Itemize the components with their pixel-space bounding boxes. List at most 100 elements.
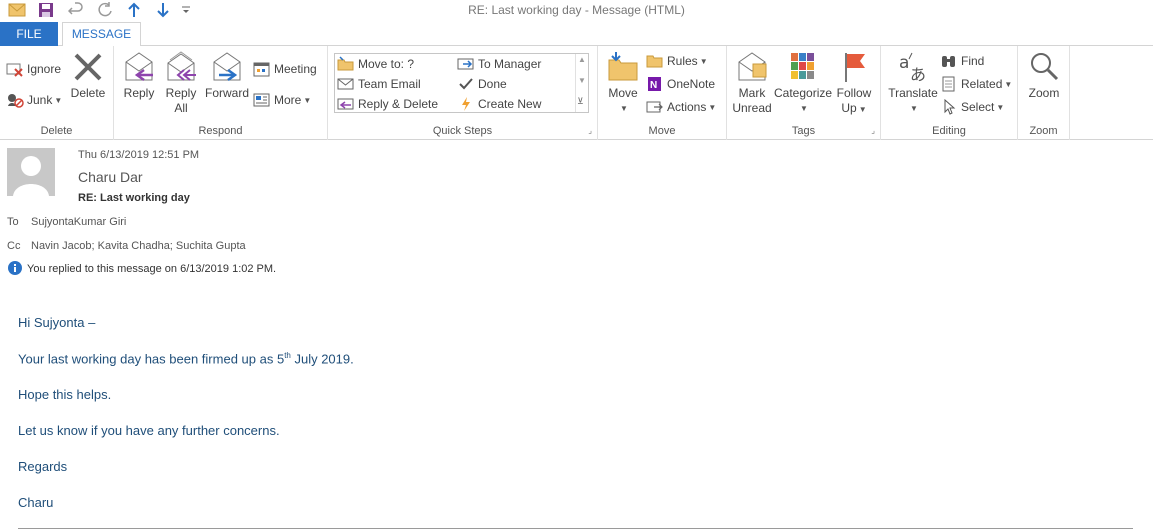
- scroll-up-icon[interactable]: ▲: [578, 55, 586, 64]
- mark-unread-button[interactable]: Mark Unread: [730, 50, 774, 116]
- svg-text:あ: あ: [910, 65, 926, 84]
- delete-group: Ignore Junk ▼ Delete Delete: [0, 46, 114, 140]
- translate-button[interactable]: aあ Translate ▼: [884, 50, 942, 116]
- delete-group-label: Delete: [40, 125, 73, 137]
- reply-button[interactable]: Reply: [119, 50, 159, 101]
- quick-step-create-new[interactable]: Create New: [457, 94, 541, 114]
- expand-gallery-icon[interactable]: ⊻: [577, 96, 584, 107]
- window-title: RE: Last working day - Message (HTML): [468, 3, 685, 17]
- message-date: Thu 6/13/2019 12:51 PM: [78, 149, 200, 161]
- info-icon: [8, 261, 22, 278]
- svg-text:N: N: [650, 80, 657, 91]
- quick-step-move-to[interactable]: Move to: ?: [337, 54, 414, 74]
- more-icon: [253, 92, 271, 108]
- done-label: Done: [478, 77, 507, 91]
- meeting-icon: [253, 61, 271, 77]
- chevron-down-icon: ▼: [800, 104, 808, 113]
- divider: [18, 528, 1133, 529]
- onenote-label: OneNote: [667, 77, 716, 91]
- move-group: Move ▼ Rules ▼ N OneNote Actions ▼ Move: [598, 46, 727, 140]
- quick-step-team-email[interactable]: Team Email: [337, 74, 421, 94]
- body-line-concerns: Let us know if you have any further conc…: [18, 423, 280, 438]
- delete-button[interactable]: Delete: [66, 50, 110, 101]
- reply-all-icon: [164, 50, 198, 84]
- move-button[interactable]: Move ▼: [601, 50, 645, 116]
- to-recipients[interactable]: SujyontaKumar Giri: [31, 216, 126, 228]
- dialog-launcher-icon[interactable]: ⌟: [871, 126, 875, 135]
- ignore-icon: [6, 61, 24, 77]
- reply-icon: [122, 50, 156, 84]
- related-button[interactable]: Related ▼: [940, 74, 1012, 94]
- follow-up-button[interactable]: Follow Up ▼: [833, 50, 875, 117]
- cc-label: Cc: [7, 240, 21, 252]
- avatar: [7, 148, 55, 196]
- binoculars-icon: [940, 53, 958, 69]
- more-button[interactable]: More ▼: [253, 90, 311, 110]
- forward-label: Forward: [204, 86, 249, 100]
- move-label: Move: [608, 86, 638, 100]
- meeting-button[interactable]: Meeting: [253, 59, 317, 79]
- quick-steps-scrollbar[interactable]: ▲ ▼ ⊻: [575, 54, 588, 112]
- body-line1-text: Your last working day has been firmed up…: [18, 351, 285, 367]
- junk-icon: [6, 92, 24, 108]
- respond-group: Reply Reply All Forward Meeting More ▼ R…: [114, 46, 328, 140]
- find-label: Find: [961, 54, 985, 68]
- reply-all-button[interactable]: Reply All: [161, 50, 201, 116]
- folder-icon: [337, 56, 355, 72]
- chevron-down-icon: ▼: [699, 56, 708, 66]
- sender-name[interactable]: Charu Dar: [78, 169, 143, 185]
- rules-icon: [646, 53, 664, 69]
- zoom-group: Zoom Zoom: [1018, 46, 1070, 140]
- quick-step-reply-delete[interactable]: Reply & Delete: [337, 94, 438, 114]
- forward-icon: [210, 50, 244, 84]
- chevron-down-icon: ▼: [858, 105, 867, 114]
- svg-text:a: a: [899, 53, 909, 73]
- cc-recipients[interactable]: Navin Jacob; Kavita Chadha; Suchita Gupt…: [31, 240, 246, 252]
- onenote-button[interactable]: N OneNote: [646, 74, 715, 94]
- reply-info-bar[interactable]: You replied to this message on 6/13/2019…: [27, 263, 276, 275]
- move-folder-icon: [606, 50, 640, 84]
- mark-unread-label-line2: Unread: [732, 101, 772, 115]
- find-button[interactable]: Find: [940, 51, 984, 71]
- title-bar: RE: Last working day - Message (HTML): [0, 0, 1153, 21]
- junk-button[interactable]: Junk ▼: [6, 90, 62, 110]
- mark-unread-label-line1: Mark: [738, 86, 766, 100]
- actions-button[interactable]: Actions ▼: [646, 97, 716, 117]
- quick-step-done[interactable]: Done: [457, 74, 507, 94]
- ignore-button[interactable]: Ignore: [6, 59, 61, 79]
- to-label: To: [7, 216, 19, 228]
- zoom-group-label: Zoom: [1029, 125, 1058, 137]
- select-button[interactable]: Select ▼: [940, 97, 1004, 117]
- zoom-button[interactable]: Zoom: [1023, 50, 1065, 101]
- lightning-icon: [457, 96, 475, 112]
- delete-label: Delete: [70, 86, 106, 100]
- tab-file[interactable]: FILE: [0, 22, 58, 46]
- forward-button[interactable]: Forward: [203, 50, 251, 101]
- chevron-down-icon: ▼: [996, 102, 1005, 112]
- rules-button[interactable]: Rules ▼: [646, 51, 708, 71]
- to-manager-icon: [457, 56, 475, 72]
- categorize-button[interactable]: Categorize ▼: [774, 50, 832, 116]
- quick-steps-group-label: Quick Steps: [432, 125, 493, 137]
- editing-group: aあ Translate ▼ Find Related ▼ Select ▼ E…: [881, 46, 1018, 140]
- body-signature: Charu: [18, 495, 54, 510]
- quick-step-to-manager[interactable]: To Manager: [457, 54, 541, 74]
- related-label: Related: [961, 77, 1003, 91]
- ribbon-tabs: FILE MESSAGE: [0, 21, 1153, 47]
- junk-label: Junk: [27, 93, 53, 107]
- categorize-label: Categorize: [774, 86, 833, 100]
- chevron-down-icon: ▼: [1004, 79, 1013, 89]
- translate-icon: aあ: [896, 50, 930, 84]
- delete-icon: [71, 50, 105, 84]
- to-manager-label: To Manager: [478, 57, 542, 71]
- cursor-icon: [940, 98, 958, 115]
- dialog-launcher-icon[interactable]: ⌟: [588, 126, 592, 135]
- move-group-label: Move: [648, 125, 676, 137]
- respond-group-label: Respond: [198, 125, 243, 137]
- tab-message[interactable]: MESSAGE: [62, 22, 141, 47]
- scroll-down-icon[interactable]: ▼: [578, 76, 586, 85]
- chevron-down-icon: ▼: [620, 104, 628, 113]
- reply-all-label-line1: Reply: [165, 86, 197, 100]
- rules-label: Rules: [667, 54, 698, 68]
- chevron-down-icon: ▼: [910, 104, 918, 113]
